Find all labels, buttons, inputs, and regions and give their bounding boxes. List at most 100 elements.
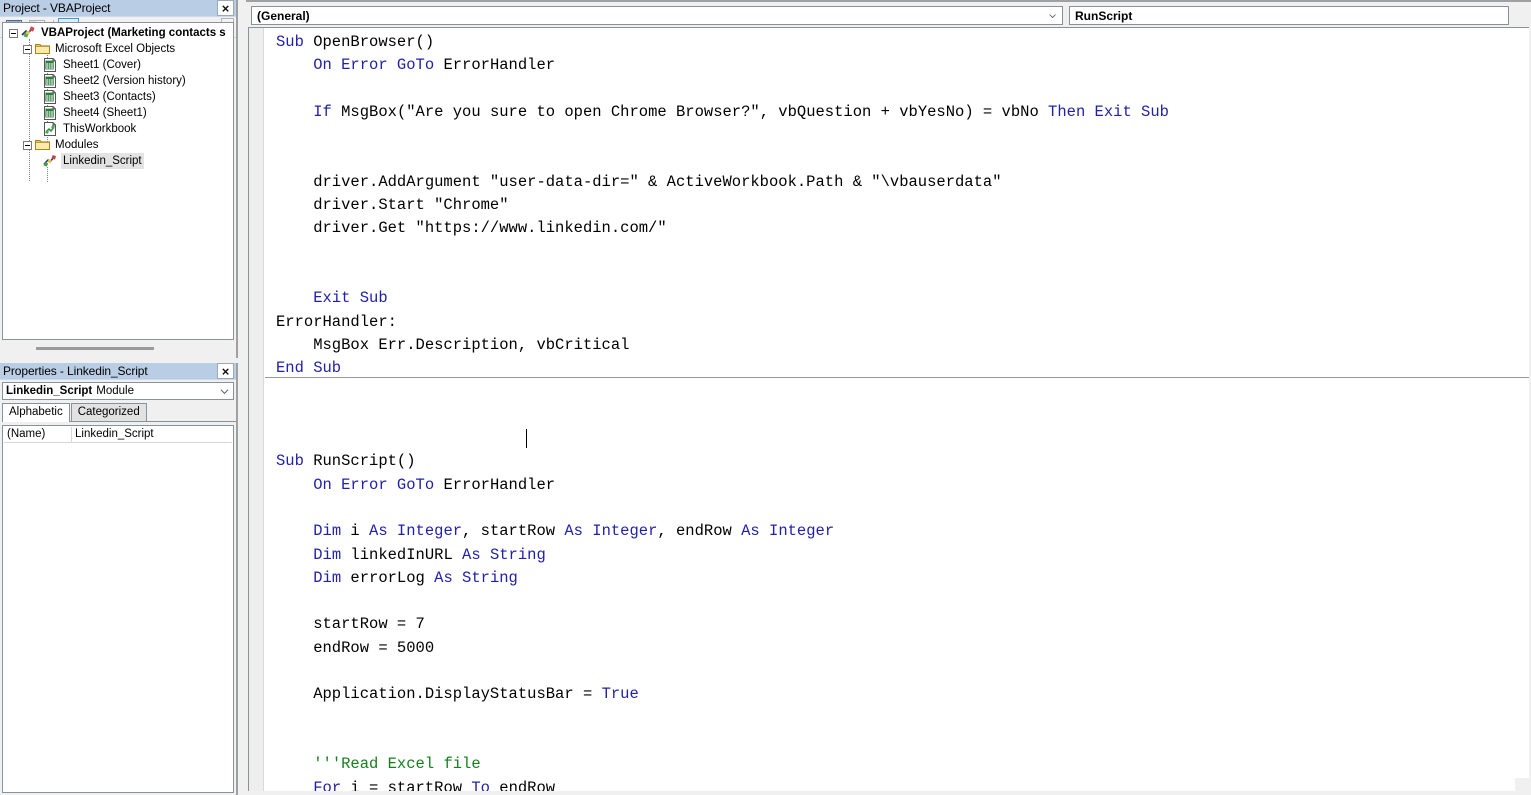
property-row-name[interactable]: (Name) Linkedin_Script	[4, 427, 232, 443]
scrollbar-thumb[interactable]	[36, 347, 154, 350]
code-line: endRow = 5000	[276, 638, 435, 657]
code-line: Dim errorLog As String	[313, 568, 518, 587]
properties-panel: Properties - Linkedin_Script × Linkedin_…	[0, 363, 238, 795]
procedure-dropdown-value: RunScript	[1075, 8, 1133, 23]
expander-icon[interactable]	[23, 44, 32, 54]
project-tree[interactable]: VBAProject (Marketing contacts s Microso…	[2, 22, 234, 340]
project-explorer-title: Project - VBAProject	[3, 0, 111, 15]
vba-editor-window: Project - VBAProject × VBAProject (Marke…	[0, 0, 1531, 795]
tree-item-thisworkbook[interactable]: ThisWorkbook	[3, 121, 233, 137]
object-dropdown[interactable]: (General)	[251, 6, 1063, 25]
code-editor[interactable]: Sub OpenBrowser() On Error GoTo ErrorHan…	[248, 27, 1529, 793]
project-explorer-titlebar: Project - VBAProject ×	[0, 0, 236, 17]
project-explorer-close-button[interactable]: ×	[217, 0, 234, 16]
tree-item-label: Microsoft Excel Objects	[55, 43, 176, 55]
code-line: End Sub	[276, 359, 342, 378]
expander-icon[interactable]	[9, 28, 18, 38]
properties-object-type: Module	[96, 385, 134, 397]
folder-icon	[35, 140, 50, 150]
thisworkbook-icon	[44, 122, 56, 136]
code-line: On Error GoTo ErrorHandler	[313, 56, 556, 75]
worksheet-icon	[44, 58, 56, 72]
code-window-header: (General) RunScript	[246, 0, 1531, 26]
worksheet-icon	[44, 106, 56, 120]
tree-item-excel-objects[interactable]: Microsoft Excel Objects	[3, 41, 233, 57]
tree-item-label: Sheet1 (Cover)	[63, 59, 141, 71]
properties-tabs: Alphabetic Categorized	[2, 403, 236, 422]
code-line: driver.AddArgument "user-data-dir=" & Ac…	[276, 172, 1002, 191]
code-line: driver.Get "https://www.linkedin.com/"	[276, 219, 667, 238]
tree-item-label: Sheet4 (Sheet1)	[63, 107, 147, 119]
project-tree-horizontal-scrollbar[interactable]	[2, 342, 234, 357]
procedure-dropdown[interactable]: RunScript	[1069, 6, 1509, 25]
tree-connector	[47, 167, 48, 182]
code-line: Dim linkedInURL As String	[313, 545, 546, 564]
tree-item-label: ThisWorkbook	[63, 123, 137, 135]
tree-item-sheet3[interactable]: Sheet3 (Contacts)	[3, 89, 233, 105]
code-text[interactable]: Sub OpenBrowser() On Error GoTo ErrorHan…	[276, 31, 1169, 792]
code-line: ErrorHandler:	[276, 312, 397, 331]
property-value-input[interactable]: Linkedin_Script	[72, 427, 232, 442]
left-dock: Project - VBAProject × VBAProject (Marke…	[0, 0, 240, 795]
properties-titlebar: Properties - Linkedin_Script ×	[0, 363, 236, 380]
expander-icon[interactable]	[23, 140, 32, 150]
code-line: Sub RunScript()	[276, 452, 416, 471]
tree-item-sheet1[interactable]: Sheet1 (Cover)	[3, 57, 233, 73]
code-line: If MsgBox("Are you sure to open Chrome B…	[313, 102, 1169, 121]
properties-object-name: Linkedin_Script	[6, 385, 93, 397]
tab-categorized[interactable]: Categorized	[70, 403, 147, 421]
code-line: startRow = 7	[276, 615, 425, 634]
code-line: On Error GoTo ErrorHandler	[313, 475, 556, 494]
tree-item-label: Modules	[55, 139, 99, 151]
tree-item-label: Sheet2 (Version history)	[63, 75, 186, 87]
resize-corner[interactable]	[1515, 778, 1529, 792]
tab-alphabetic[interactable]: Alphabetic	[2, 403, 70, 422]
code-line: Exit Sub	[313, 289, 388, 308]
properties-close-button[interactable]: ×	[217, 363, 234, 379]
module-icon	[43, 154, 57, 167]
code-line: Application.DisplayStatusBar = True	[276, 685, 639, 704]
tree-item-modules[interactable]: Modules	[3, 137, 233, 153]
object-dropdown-caret[interactable]	[1044, 8, 1060, 23]
code-line: Dim i As Integer, startRow As Integer, e…	[313, 522, 835, 541]
tree-item-sheet2[interactable]: Sheet2 (Version history)	[3, 73, 233, 89]
properties-title: Properties - Linkedin_Script	[3, 363, 148, 378]
code-line: '''Read Excel file	[313, 755, 481, 774]
code-line: Sub OpenBrowser()	[276, 33, 435, 51]
tree-item-vbaproject[interactable]: VBAProject (Marketing contacts s	[3, 25, 233, 41]
code-window: (General) RunScript Sub OpenBrowser() On…	[246, 0, 1531, 795]
worksheet-icon	[44, 90, 56, 104]
properties-grid: (Name) Linkedin_Script	[2, 425, 234, 793]
tree-item-label: Sheet3 (Contacts)	[63, 91, 156, 103]
code-horizontal-scrollbar[interactable]	[248, 791, 1529, 795]
worksheet-icon	[44, 74, 56, 88]
folder-icon	[35, 44, 50, 54]
code-line: driver.Start "Chrome"	[276, 196, 509, 215]
chevron-down-icon	[220, 389, 229, 395]
chevron-down-icon	[1048, 13, 1056, 18]
tree-item-sheet4[interactable]: Sheet4 (Sheet1)	[3, 105, 233, 121]
tree-item-label: Linkedin_Script	[61, 153, 144, 169]
code-margin-indicator-bar[interactable]	[249, 28, 264, 792]
properties-object-dropdown[interactable]: Linkedin_Script Module	[2, 382, 234, 400]
property-name-cell: (Name)	[4, 427, 72, 442]
tree-item-linkedin-script[interactable]: Linkedin_Script	[3, 153, 233, 169]
tree-item-label: VBAProject (Marketing contacts s	[41, 27, 226, 39]
project-explorer-panel: Project - VBAProject × VBAProject (Marke…	[0, 0, 238, 358]
code-line: MsgBox Err.Description, vbCritical	[276, 335, 630, 354]
vba-project-icon	[21, 26, 35, 38]
object-dropdown-value: (General)	[257, 8, 310, 23]
